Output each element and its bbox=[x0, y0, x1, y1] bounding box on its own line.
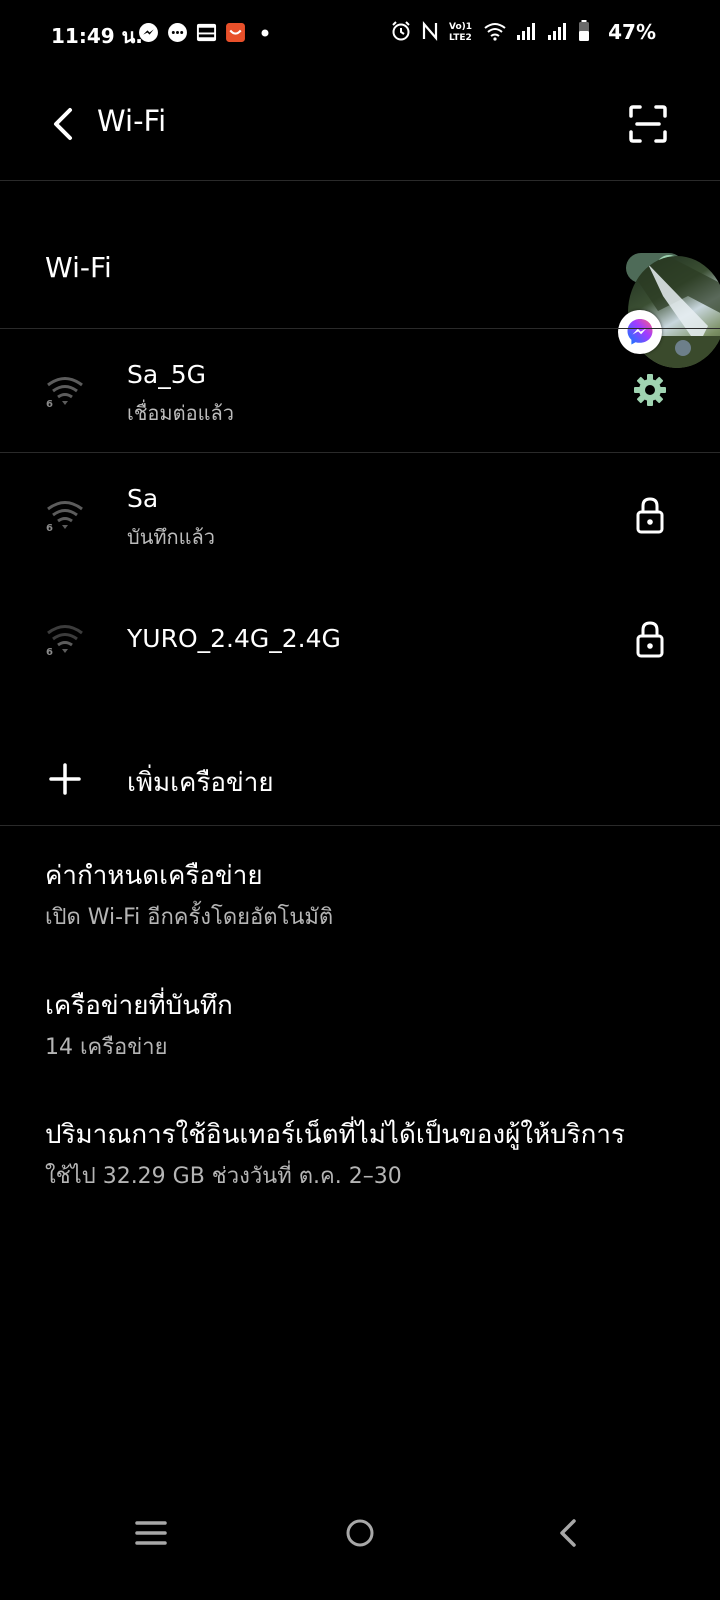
network-name: YURO_2.4G_2.4G bbox=[127, 624, 341, 653]
section-subtitle: 14 เครือข่าย bbox=[45, 1035, 168, 1060]
dot-icon bbox=[254, 22, 275, 43]
network-settings-button[interactable] bbox=[632, 370, 668, 410]
add-network-row[interactable] bbox=[0, 720, 720, 820]
wifi-icon bbox=[483, 21, 507, 45]
svg-text:6: 6 bbox=[46, 523, 53, 533]
wifi-toggle-label: Wi-Fi bbox=[45, 251, 112, 284]
network-name: Sa bbox=[127, 484, 159, 513]
navigation-bar bbox=[0, 1519, 720, 1600]
lock-status bbox=[632, 495, 668, 535]
alarm-icon bbox=[390, 20, 412, 46]
status-time: 11:49 น. bbox=[51, 24, 143, 48]
lock-icon bbox=[636, 497, 664, 534]
qr-scan-icon bbox=[629, 105, 667, 143]
page-title: Wi-Fi bbox=[97, 104, 167, 138]
section-subtitle: ใช้ไป 32.29 GB ช่วงวันที่ ต.ค. 2–30 bbox=[45, 1164, 402, 1189]
network-row-yuro[interactable]: 6 YURO_2.4G_2.4G bbox=[0, 577, 720, 701]
network-status: เชื่อมต่อแล้ว bbox=[127, 401, 234, 425]
volte-icon: Vo)1 LTE2 bbox=[448, 20, 474, 46]
lock-status bbox=[632, 619, 668, 659]
network-row-sa-5g[interactable]: 6 Sa_5G เชื่อมต่อแล้ว bbox=[0, 329, 720, 453]
network-row-sa[interactable]: 6 Sa บันทึกแล้ว bbox=[0, 453, 720, 577]
add-network-label: เพิ่มเครือข่าย bbox=[127, 768, 274, 798]
section-title: ค่ากำหนดเครือข่าย bbox=[45, 861, 263, 891]
header-divider bbox=[0, 180, 720, 181]
wifi-signal-icon: 6 bbox=[44, 497, 86, 534]
network-status: บันทึกแล้ว bbox=[127, 525, 216, 549]
recents-button[interactable] bbox=[127, 1509, 175, 1557]
qr-scan-button[interactable] bbox=[626, 102, 670, 146]
back-button[interactable] bbox=[44, 104, 80, 144]
system-icons: Vo)1 LTE2 bbox=[390, 20, 590, 46]
notification-icons bbox=[138, 22, 275, 43]
plus-icon bbox=[48, 762, 82, 796]
wifi-signal-icon: 6 bbox=[44, 621, 86, 658]
back-icon bbox=[560, 1519, 576, 1547]
battery-percent: 47% bbox=[608, 20, 656, 44]
home-button[interactable] bbox=[336, 1509, 384, 1557]
home-icon bbox=[346, 1519, 374, 1547]
recents-icon bbox=[135, 1521, 167, 1545]
signal-icon bbox=[547, 21, 569, 45]
section-subtitle: เปิด Wi-Fi อีกครั้งโดยอัตโนมัติ bbox=[45, 905, 334, 930]
signal-icon bbox=[516, 21, 538, 45]
gear-icon bbox=[634, 374, 666, 406]
lock-icon bbox=[636, 621, 664, 658]
play-games-icon bbox=[196, 22, 217, 43]
list-divider bbox=[0, 825, 720, 826]
svg-text:6: 6 bbox=[46, 647, 53, 657]
network-name: Sa_5G bbox=[127, 360, 206, 389]
svg-text:LTE2: LTE2 bbox=[449, 33, 472, 42]
svg-text:6: 6 bbox=[46, 399, 53, 409]
wifi-signal-icon: 6 bbox=[44, 373, 86, 410]
back-nav-button[interactable] bbox=[544, 1509, 592, 1557]
nfc-icon bbox=[421, 20, 439, 46]
status-bar: 11:49 น. Vo)1 LTE2 47% bbox=[0, 0, 720, 66]
battery-icon bbox=[578, 20, 590, 46]
chat-bubble-icon bbox=[167, 22, 188, 43]
section-title: ปริมาณการใช้อินเทอร์เน็ตที่ไม่ได้เป็นของ… bbox=[45, 1120, 625, 1150]
messenger-icon bbox=[138, 22, 159, 43]
shopping-app-icon bbox=[225, 22, 246, 43]
svg-text:Vo)1: Vo)1 bbox=[449, 22, 472, 32]
section-title: เครือข่ายที่บันทึก bbox=[45, 991, 233, 1021]
arrow-back-icon bbox=[54, 108, 72, 140]
